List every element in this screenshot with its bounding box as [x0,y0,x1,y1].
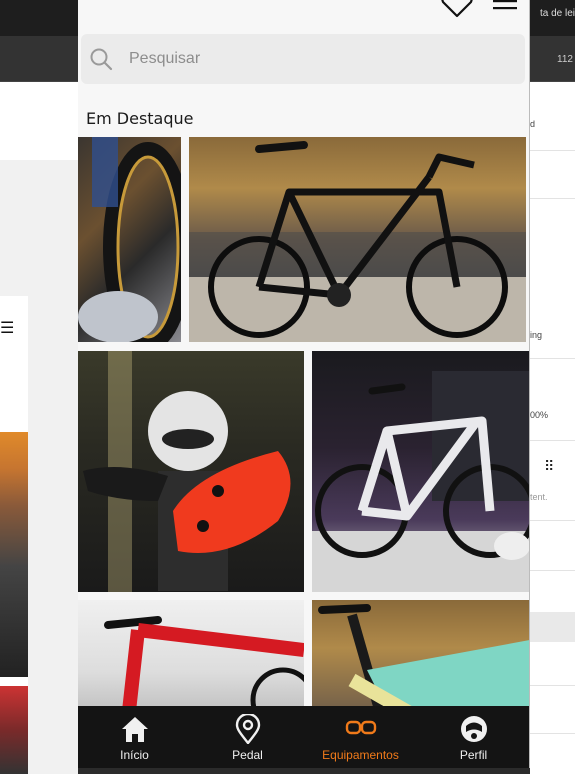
background-divider [530,150,575,151]
bike-illustration [312,371,529,592]
nav-item-pedal[interactable]: Pedal [191,706,304,768]
background-divider [530,570,575,571]
nav-item-inicio[interactable]: Início [78,706,191,768]
goggles-icon [345,720,376,735]
background-right-text: ing [530,330,543,340]
shoe-illustration [83,351,291,592]
search-icon [90,48,113,71]
featured-photo-mint-bike[interactable] [312,600,529,720]
nav-label: Pedal [232,748,263,762]
hamburger-icon[interactable] [492,0,518,14]
bottom-navigation: Início Pedal Equipamentos Perfil [78,706,529,768]
background-right-text: tent. [530,492,548,502]
featured-photo-road-bike-white[interactable] [312,351,529,592]
nav-label: Equipamentos [322,748,399,762]
bike-illustration [189,141,526,342]
background-right-text: 00% [530,410,549,420]
background-secondbar-text: 112 [557,54,573,65]
bike-illustration [318,604,529,720]
featured-photo-road-bike-black[interactable] [189,137,526,342]
nav-label: Perfil [459,748,488,762]
background-menu-icon: ☰ [0,320,15,337]
background-left-photo [0,432,28,677]
background-right-grey-row [530,612,575,642]
background-divider [530,440,575,441]
featured-photo-tire[interactable] [78,137,181,342]
bike-illustration [104,616,304,720]
background-divider [530,685,575,686]
nav-label: Início [120,748,149,762]
nav-item-equipamentos[interactable]: Equipamentos [304,706,417,768]
featured-section-title: Em Destaque [86,109,194,128]
background-left-photo-2 [0,686,28,774]
heart-icon[interactable] [440,0,474,18]
map-pin-icon [235,714,260,744]
tire-illustration [78,137,181,342]
background-left-header [0,82,78,160]
background-drag-icon: ⠿ [544,458,555,474]
background-divider [530,733,575,734]
background-divider [530,520,575,521]
app-screen: Em Destaque [78,0,530,768]
background-right-panel [530,82,575,774]
featured-photo-red-bike[interactable] [78,600,304,720]
background-divider [530,198,575,199]
header-bar [78,0,529,22]
background-topbar-text: ta de lei [539,8,575,19]
nav-item-perfil[interactable]: Perfil [417,706,529,768]
home-icon [121,717,148,742]
profile-icon [460,716,487,742]
featured-photo-orange-shoe[interactable] [78,351,304,592]
background-divider [530,358,575,359]
background-right-text: d [530,119,536,129]
search-bar[interactable] [81,34,525,84]
search-input[interactable] [129,46,509,72]
